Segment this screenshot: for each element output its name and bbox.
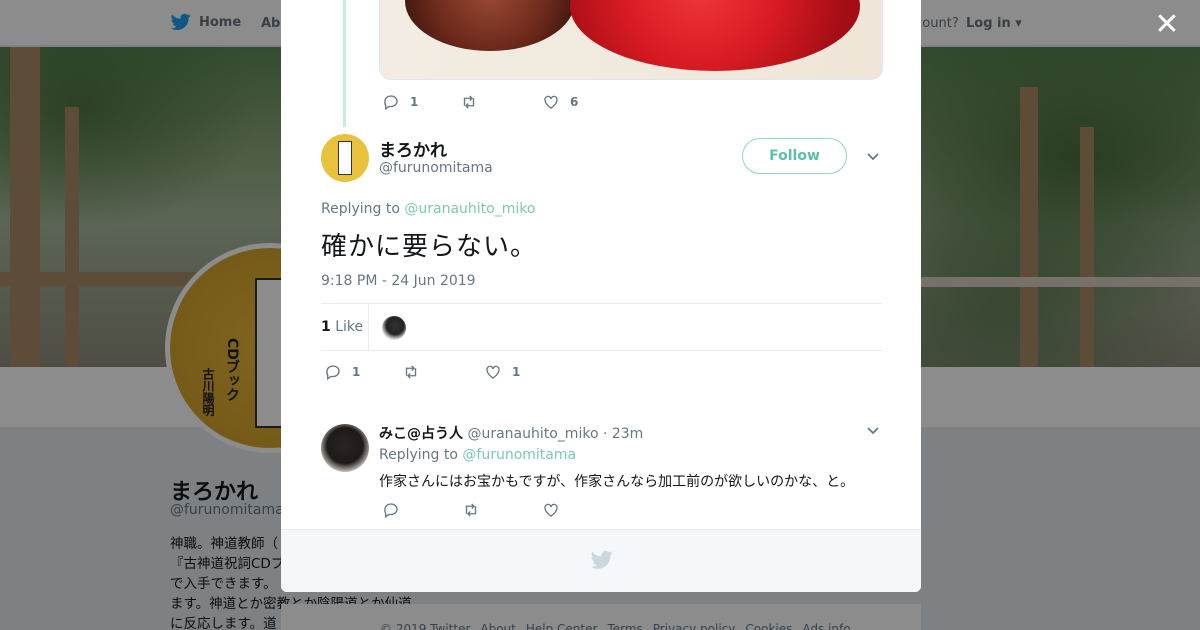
reply-replying-prefix: Replying to <box>379 447 458 463</box>
reply-icon <box>384 95 398 111</box>
reply-author-name[interactable]: みこ@占う人 <box>379 426 463 442</box>
retweet-icon <box>463 95 475 109</box>
reply-author-handle[interactable]: @uranauhito_miko <box>467 426 598 442</box>
tweet-text: 確かに要らない。 <box>321 232 538 262</box>
reply-replying-to-line: Replying to @furunomitama <box>379 447 576 463</box>
tweet-permalink-modal: 1 6 まろかれ @furunomitama Follow Replying t… <box>281 0 921 592</box>
author-handle[interactable]: @furunomitama <box>379 160 493 176</box>
reply-button[interactable]: 1 <box>324 363 402 381</box>
chevron-down-icon[interactable] <box>866 424 880 438</box>
reply-actions <box>382 501 560 519</box>
chevron-down-icon[interactable] <box>866 150 880 164</box>
heart-icon <box>486 365 500 379</box>
retweet-button[interactable] <box>402 363 484 381</box>
replying-to-link[interactable]: @uranauhito_miko <box>404 201 535 217</box>
previous-tweet-actions: 1 6 <box>382 93 578 111</box>
tweet-timestamp[interactable]: 9:18 PM - 24 Jun 2019 <box>321 273 476 289</box>
author-avatar[interactable] <box>321 134 369 182</box>
like-count: 6 <box>570 95 579 109</box>
reply-author-avatar[interactable] <box>321 424 369 472</box>
close-icon[interactable]: ✕ <box>1153 10 1181 40</box>
reply-button[interactable]: 1 <box>382 93 460 111</box>
reply-icon <box>384 503 398 519</box>
tweet-actions: 1 1 <box>324 363 520 381</box>
retweet-icon <box>405 365 417 379</box>
replying-prefix: Replying to <box>321 201 400 217</box>
author-name[interactable]: まろかれ <box>379 136 447 161</box>
reply-header: みこ@占う人 @uranauhito_miko · 23m <box>379 423 643 443</box>
likes-stat[interactable]: 1 Like <box>321 319 363 335</box>
like-button[interactable] <box>542 501 560 519</box>
follow-button[interactable]: Follow <box>742 138 847 174</box>
like-button[interactable]: 6 <box>542 93 578 111</box>
thread-connector-line <box>343 0 346 127</box>
retweet-button[interactable] <box>462 501 542 519</box>
like-button[interactable]: 1 <box>484 363 520 381</box>
likes-stat-count: 1 <box>321 319 331 335</box>
reply-button[interactable] <box>382 501 462 519</box>
previous-tweet-image[interactable] <box>379 0 883 80</box>
heart-icon <box>544 95 558 109</box>
modal-footer <box>281 529 921 592</box>
likes-stat-label: Like <box>335 319 364 335</box>
heart-icon <box>544 503 558 517</box>
retweet-icon <box>465 503 477 517</box>
liker-avatar[interactable] <box>382 316 406 340</box>
reply-text: 作家さんにはお宝かもですが、作家さんなら加工前のが欲しいのかな、と。 <box>379 474 855 490</box>
reply-count: 1 <box>410 95 419 109</box>
like-count: 1 <box>512 365 521 379</box>
replying-to-line: Replying to @uranauhito_miko <box>321 201 535 217</box>
reply-age[interactable]: · 23m <box>603 426 643 442</box>
reply-icon <box>326 365 340 381</box>
retweet-button[interactable] <box>460 93 542 111</box>
twitter-bird-icon <box>591 550 613 569</box>
tweet-stats: 1 Like <box>321 303 882 351</box>
reply-replying-to-link[interactable]: @furunomitama <box>462 447 576 463</box>
reply-count: 1 <box>352 365 361 379</box>
